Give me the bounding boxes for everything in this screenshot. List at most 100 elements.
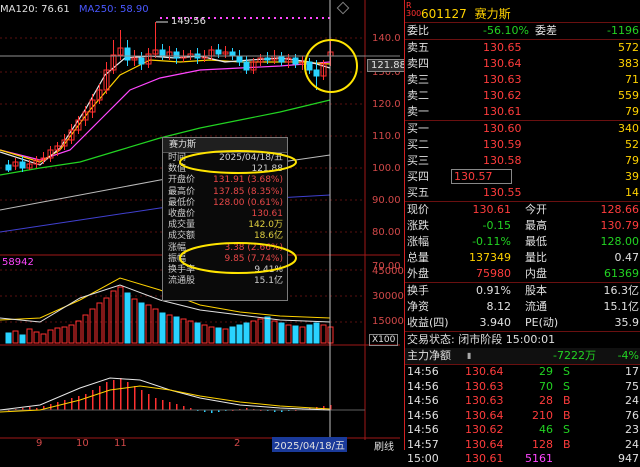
- stat-value: 0.47: [614, 251, 640, 264]
- tick-side: B: [563, 408, 571, 422]
- stat-row: 外盘 75980 内盘 61369: [405, 266, 640, 282]
- marker-diamond[interactable]: [336, 1, 350, 15]
- volume-bar: [40, 333, 47, 344]
- book-volume: 79: [625, 105, 639, 118]
- main-flow-label: 主力净额: [407, 349, 451, 362]
- volume-bar: [131, 298, 138, 344]
- tick-row: 14:56 130.62 46 S 23: [405, 423, 640, 438]
- book-volume: 572: [618, 41, 639, 54]
- volume-bar: [285, 324, 292, 344]
- main-flow-row[interactable]: 主力净额 ▮ -7222万 -4%: [405, 348, 640, 364]
- fund-label: 净资: [407, 300, 429, 313]
- ma250-legend: MA250: 58.90: [78, 4, 149, 15]
- volume-bar: [173, 316, 180, 344]
- price-tick: 140.0: [372, 33, 401, 44]
- date-10: 10: [76, 438, 89, 449]
- tick-list[interactable]: 14:56 130.64 29 S 17 14:56 130.63 70 S 75 14:56 130…: [405, 365, 640, 467]
- bid-row[interactable]: 买五 130.55 14: [405, 185, 640, 201]
- book-volume: 559: [618, 89, 639, 102]
- fund-value: 8.12: [486, 300, 512, 313]
- tick-side: S: [563, 423, 570, 436]
- book-price: 130.57: [451, 169, 512, 184]
- candle-body: [229, 51, 236, 57]
- volume-bar: [208, 326, 215, 344]
- refresh-label[interactable]: 刷线: [374, 438, 394, 453]
- quote-stats: 现价 130.61 今开 128.66 涨跌 -0.15 最高 130.79 涨幅 -0.11% 最…: [405, 202, 640, 282]
- stat-value: 137349: [469, 251, 511, 264]
- candle-body: [138, 57, 145, 65]
- book-label: 买一: [407, 122, 429, 135]
- quote-panel: R 300 601127 赛力斯 委比 -56.10% 委差 -1196 卖五 13…: [404, 0, 640, 465]
- volume-bar: [145, 304, 152, 344]
- tick-count: 75: [625, 379, 639, 393]
- stat-label: 今开: [525, 203, 547, 216]
- candle-body: [313, 69, 320, 77]
- volume-bar: [222, 328, 229, 344]
- book-volume: 71: [625, 73, 639, 86]
- kline-chart[interactable]: MA120: 76.61 MA250: 58.90 149.56 140.0 13…: [0, 0, 410, 453]
- weibi-label: 委比: [407, 24, 429, 37]
- book-label: 卖二: [407, 89, 429, 102]
- volume-bar: [26, 328, 33, 344]
- book-price: 130.62: [483, 89, 522, 102]
- ask-row[interactable]: 卖四 130.64 383: [405, 56, 640, 72]
- book-price: 130.58: [483, 154, 522, 167]
- tick-row: 14:56 130.64 29 S 17: [405, 365, 640, 380]
- book-label: 卖四: [407, 57, 429, 70]
- candle-body: [236, 55, 243, 63]
- stock-code-name[interactable]: 601127 赛力斯: [421, 5, 511, 22]
- stat-row: 涨幅 -0.11% 最低 128.00: [405, 234, 640, 250]
- book-volume: 39: [625, 170, 639, 183]
- macd-bar: [106, 382, 108, 410]
- volume-bar: [159, 312, 166, 344]
- volume-bar: [194, 322, 201, 344]
- ask-row[interactable]: 卖一 130.61 79: [405, 104, 640, 120]
- price-tick: 120.0: [372, 99, 401, 110]
- candle-body: [306, 61, 313, 71]
- book-price: 130.65: [483, 41, 522, 54]
- ask-row[interactable]: 卖三 130.63 71: [405, 72, 640, 88]
- volume-bar: [187, 320, 194, 344]
- ma-legend: MA120: 76.61 MA250: 58.90: [0, 4, 155, 15]
- fund-value: 3.940: [479, 316, 512, 329]
- volume-bar: [82, 314, 89, 344]
- macd-bar: [120, 378, 122, 410]
- macd-bar: [127, 382, 129, 410]
- macd-bar: [141, 390, 143, 410]
- stat-value: 61369: [604, 267, 639, 280]
- macd-bar: [99, 386, 101, 410]
- tick-time: 14:56: [407, 365, 439, 378]
- book-price: 130.59: [483, 138, 522, 151]
- tick-price: 130.63: [465, 394, 504, 407]
- bid-row[interactable]: 买一 130.60 340: [405, 121, 640, 137]
- tick-time: 14:56: [407, 408, 439, 422]
- main-flow-toggle-icon[interactable]: ▮: [467, 348, 471, 364]
- ask-row[interactable]: 卖五 130.65 572: [405, 40, 640, 56]
- book-volume: 79: [625, 154, 639, 167]
- macd-bar: [134, 386, 136, 410]
- price-tick: 90.00: [372, 195, 401, 206]
- ask-row[interactable]: 卖二 130.62 559: [405, 88, 640, 104]
- volume-unit: X100: [369, 334, 399, 346]
- macd-bar: [92, 390, 94, 410]
- volume-bar: [61, 326, 68, 344]
- book-price: 130.61: [483, 105, 522, 118]
- bid-row[interactable]: 买三 130.58 79: [405, 153, 640, 169]
- stat-value: -0.15: [482, 219, 511, 232]
- tick-volume: 5161: [525, 452, 553, 465]
- ma120-legend: MA120: 76.61: [0, 4, 70, 15]
- volume-bar: [306, 324, 313, 344]
- price-tick: 80.00: [372, 227, 401, 238]
- book-label: 卖三: [407, 73, 429, 86]
- macd-bar: [113, 380, 115, 410]
- bid-row[interactable]: 买二 130.59 52: [405, 137, 640, 153]
- candle-body: [173, 51, 180, 59]
- candle-body: [278, 55, 285, 63]
- volume-tick: 15000: [372, 316, 404, 327]
- stat-value: -0.11%: [472, 235, 511, 248]
- stat-label: 最低: [525, 235, 547, 248]
- volume-bar: [313, 322, 320, 344]
- stat-label: 涨跌: [407, 219, 429, 232]
- volume-bar: [250, 320, 257, 344]
- bid-row[interactable]: 买四 130.57 39: [405, 169, 640, 185]
